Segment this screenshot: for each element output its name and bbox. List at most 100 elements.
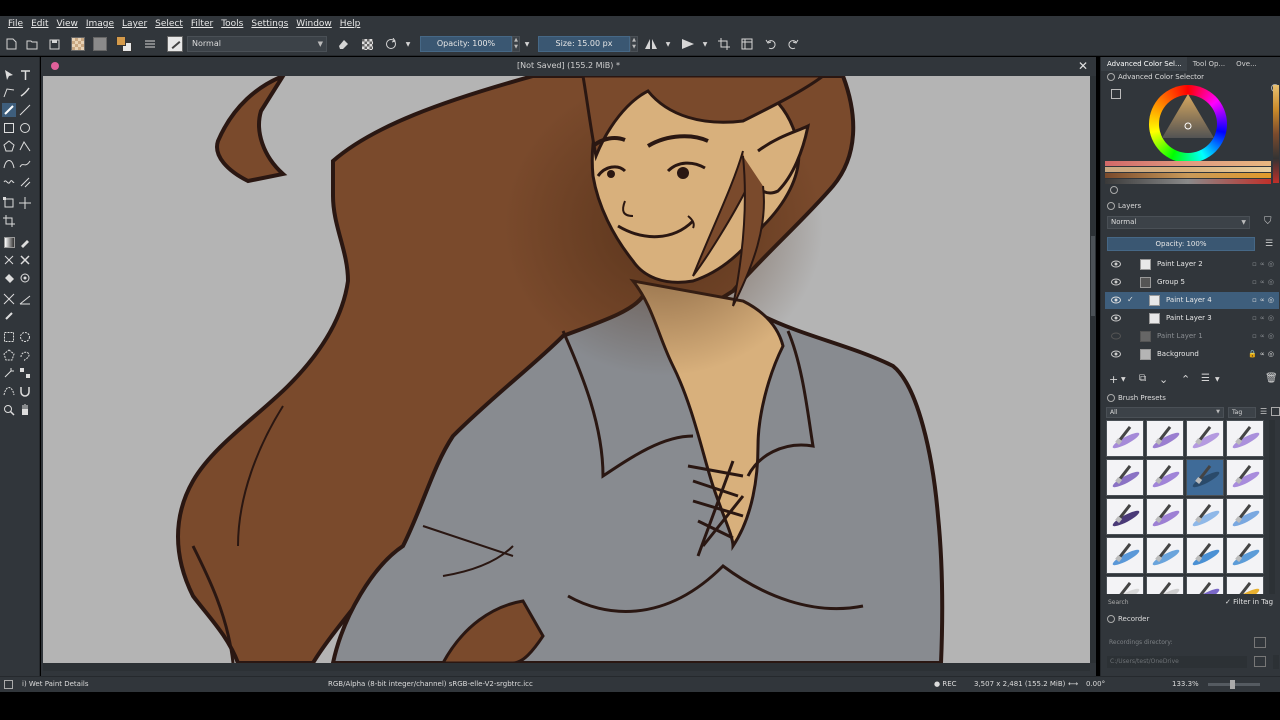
polygon-select-icon[interactable] [2, 348, 16, 362]
recordings-directory-field[interactable]: C:/Users/test/OneDrive [1107, 656, 1247, 668]
mirror-v-dropdown-icon[interactable]: ▼ [701, 36, 709, 52]
bezier-select-icon[interactable] [2, 384, 16, 398]
open-document-icon[interactable] [25, 36, 39, 52]
rectangle-tool-icon[interactable] [2, 121, 16, 135]
move-layer-up-icon[interactable]: ⌃ [1181, 373, 1190, 386]
duplicate-layer-icon[interactable]: ⧉ [1139, 373, 1146, 384]
tab-tool-options[interactable]: Tool Op... [1187, 57, 1230, 71]
enclose-fill-icon[interactable] [18, 271, 32, 285]
reload-dropdown-icon[interactable]: ▼ [404, 36, 412, 52]
color-sampler-icon[interactable] [18, 235, 32, 249]
menu-window[interactable]: Window [292, 19, 336, 29]
preset-tag-button[interactable]: Tag [1228, 407, 1256, 418]
brush-preset[interactable] [1186, 420, 1224, 457]
eye-icon[interactable] [1111, 350, 1121, 358]
panel-float-icon[interactable] [1107, 73, 1115, 81]
colorize-mask-icon[interactable] [2, 253, 16, 267]
brush-preset[interactable] [1106, 420, 1144, 457]
layer-row[interactable]: Group 5 ▫∝◎ [1105, 274, 1279, 291]
blend-mode-select[interactable]: Normal ▼ [187, 36, 327, 52]
brush-preset[interactable] [1146, 576, 1184, 594]
brush-preset[interactable] [1106, 576, 1144, 594]
dynamic-brush-icon[interactable] [2, 175, 16, 189]
properties-dropdown-icon[interactable]: ▼ [1215, 376, 1220, 383]
multibrush-icon[interactable] [18, 175, 32, 189]
list-view-icon[interactable]: ☰ [1260, 407, 1267, 416]
color-history-icon[interactable] [1111, 89, 1121, 99]
rect-select-icon[interactable] [2, 330, 16, 344]
filter-in-tag-checkbox[interactable]: ✓ Filter in Tag [1225, 598, 1273, 606]
zoom-value[interactable]: 133.3% [1172, 680, 1199, 688]
pan-tool-icon[interactable] [18, 403, 32, 417]
menu-tools[interactable]: Tools [217, 19, 247, 29]
polygon-tool-icon[interactable] [2, 139, 16, 153]
edit-shapes-icon[interactable] [2, 85, 16, 99]
tab-overview[interactable]: Ove... [1230, 57, 1262, 71]
wrap-around-icon[interactable] [717, 36, 731, 52]
brush-preset[interactable] [1146, 420, 1184, 457]
line-tool-icon[interactable] [18, 103, 32, 117]
gradient-tool-icon[interactable] [2, 235, 16, 249]
layer-props-icons[interactable]: ▫∝◎ [1252, 332, 1277, 340]
move-layer-down-icon[interactable]: ⌄ [1159, 373, 1168, 386]
tab-advanced-color-selector[interactable]: Advanced Color Sel... [1101, 57, 1187, 71]
redo-icon[interactable] [786, 36, 800, 52]
fill-tool-icon[interactable] [2, 271, 16, 285]
freehand-select-icon[interactable] [18, 348, 32, 362]
preset-search-label[interactable]: Search [1108, 599, 1129, 606]
size-slider[interactable]: Size: 15.00 px [538, 36, 630, 52]
scrollbar-thumb[interactable] [1091, 236, 1095, 316]
freehand-brush-icon[interactable] [2, 103, 16, 117]
menu-select[interactable]: Select [151, 19, 187, 29]
layer-row[interactable]: Paint Layer 3 ▫∝◎ [1105, 310, 1279, 327]
select-shapes-icon[interactable] [2, 68, 16, 82]
eye-icon[interactable] [1111, 260, 1121, 268]
brush-preset[interactable] [1226, 498, 1264, 535]
eraser-mode-icon[interactable] [336, 36, 350, 52]
pattern-swatch-icon[interactable] [92, 36, 108, 52]
ellipse-tool-icon[interactable] [18, 121, 32, 135]
rotation-icon[interactable]: ⟷ [1068, 680, 1078, 688]
freehand-path-icon[interactable] [18, 157, 32, 171]
add-layer-dropdown-icon[interactable]: ▼ [1121, 376, 1126, 383]
layer-row[interactable]: Paint Layer 1 ▫∝◎ [1105, 328, 1279, 345]
brush-preset[interactable] [1226, 537, 1264, 574]
contiguous-select-icon[interactable] [2, 366, 16, 380]
reference-images-icon[interactable] [2, 309, 16, 323]
brush-status-icon[interactable] [4, 680, 13, 689]
preset-filter-select[interactable]: All ▼ [1106, 407, 1224, 418]
brush-preset[interactable] [1146, 498, 1184, 535]
layer-properties-icon[interactable]: ☰ [1201, 373, 1210, 384]
eye-hidden-icon[interactable] [1111, 332, 1121, 340]
eye-icon[interactable] [1111, 296, 1121, 304]
gradient-swatch-icon[interactable] [70, 36, 86, 52]
layer-row-active[interactable]: ✓ Paint Layer 4 ▫∝◎ [1105, 292, 1279, 309]
measure-tool-icon[interactable] [18, 292, 32, 306]
bezier-tool-icon[interactable] [2, 157, 16, 171]
close-icon[interactable]: ✕ [1078, 59, 1088, 73]
brush-preset[interactable] [1106, 498, 1144, 535]
polyline-tool-icon[interactable] [18, 139, 32, 153]
text-tool-icon[interactable] [18, 68, 32, 82]
filter-icon[interactable]: ⛉ [1264, 216, 1272, 227]
layer-blend-mode-select[interactable]: Normal ▼ [1107, 216, 1250, 229]
layer-row[interactable]: Background 🔒∝◎ [1105, 346, 1279, 363]
opacity-dropdown-icon[interactable]: ▼ [523, 36, 531, 52]
transform-tool-icon[interactable] [2, 196, 16, 210]
preset-settings-icon[interactable] [1271, 407, 1280, 416]
save-icon[interactable] [47, 36, 61, 52]
brush-preset[interactable] [1106, 459, 1144, 496]
crop-tool-icon[interactable] [2, 214, 16, 228]
assistant-tool-icon[interactable] [2, 292, 16, 306]
undo-icon[interactable] [764, 36, 778, 52]
layer-row[interactable]: Paint Layer 2 ▫∝◎ [1105, 256, 1279, 273]
recorder-browse-icon[interactable] [1254, 637, 1266, 648]
check-icon[interactable]: ✓ [1127, 295, 1134, 304]
menu-settings[interactable]: Settings [247, 19, 292, 29]
size-spinner[interactable]: ▲ ▼ [630, 36, 638, 52]
menu-file[interactable]: File [4, 19, 27, 29]
menu-image[interactable]: Image [82, 19, 118, 29]
move-tool-icon[interactable] [18, 196, 32, 210]
color-reset-icon[interactable] [1110, 186, 1118, 194]
lock-icon[interactable]: 🔒∝◎ [1248, 350, 1277, 358]
